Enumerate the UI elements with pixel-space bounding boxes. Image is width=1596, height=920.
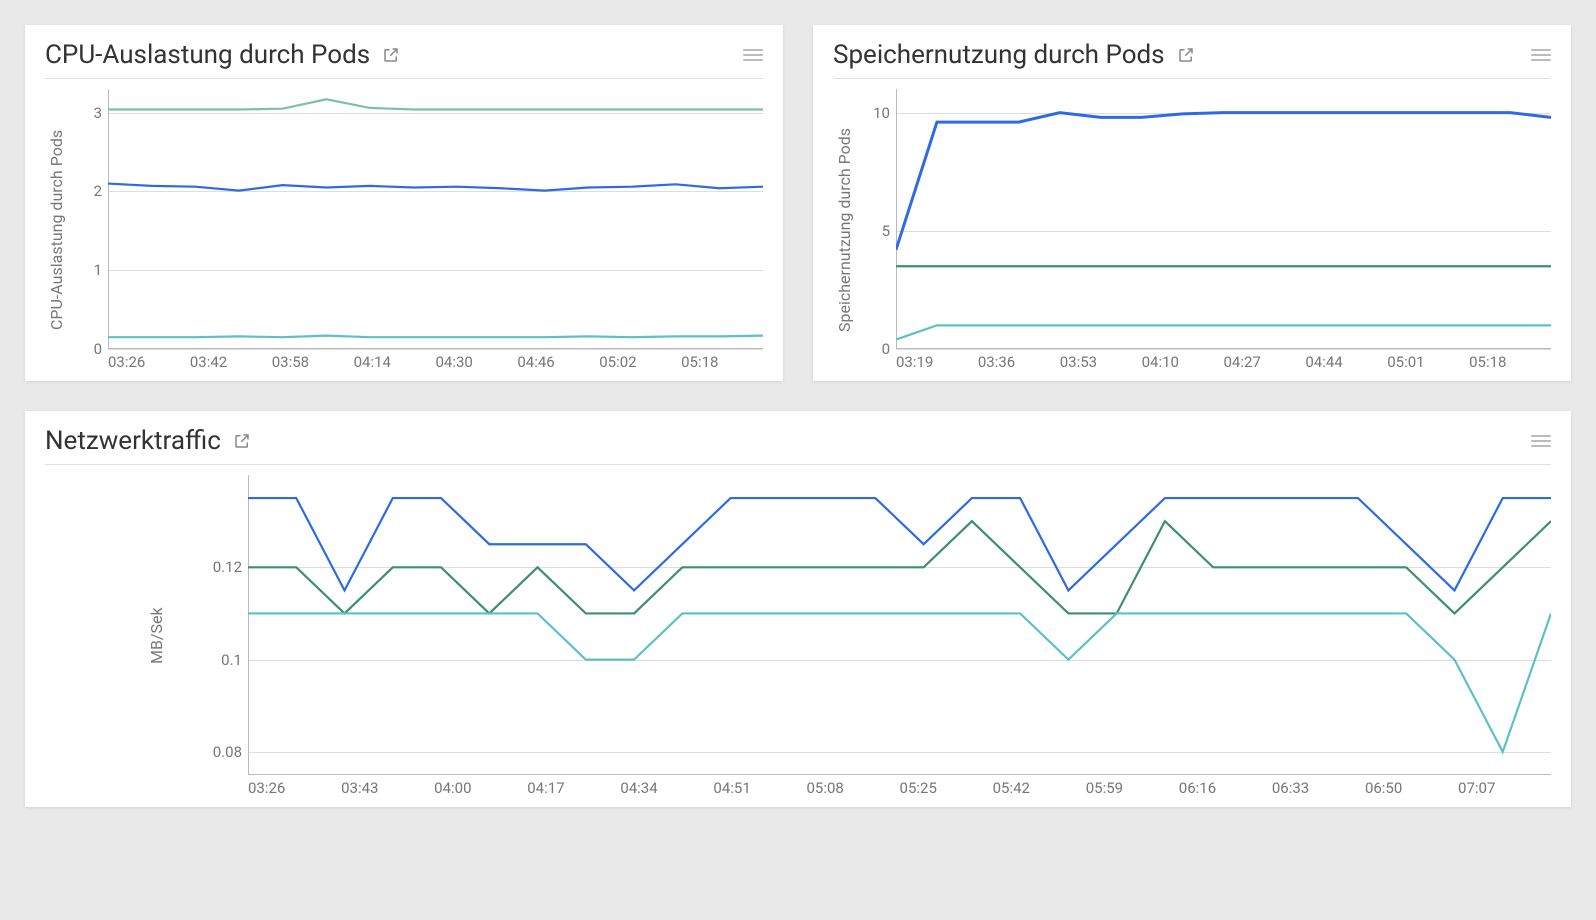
card-header: CPU-Auslastung durch Pods (45, 40, 763, 79)
x-tick-label: 05:59 (1086, 779, 1179, 797)
x-tick-label: 05:01 (1387, 353, 1469, 371)
y-tick-label: 0 (882, 340, 890, 358)
hamburger-menu-icon[interactable] (1531, 435, 1551, 447)
external-link-icon[interactable] (382, 46, 400, 64)
chart-line-series-b (108, 184, 763, 191)
chart-line-series-c (248, 613, 1551, 751)
chart-cpu[interactable]: 0 1 2 3 03:2603:4203:5804:1404:3004:4605:020… (68, 89, 763, 371)
x-tick-label: 06:33 (1272, 779, 1365, 797)
chart-line-series-a (108, 99, 763, 109)
x-tick-label: 05:42 (993, 779, 1086, 797)
hamburger-menu-icon[interactable] (743, 49, 763, 61)
y-axis-label: Speichernutzung durch Pods (833, 89, 856, 371)
x-tick-label: 03:43 (341, 779, 434, 797)
chart-body: CPU-Auslastung durch Pods 0 1 2 3 03:2603:42… (45, 89, 763, 371)
x-tick-label: 03:26 (108, 353, 190, 371)
x-tick-label: 07:07 (1458, 779, 1551, 797)
y-tick-label: 0.12 (213, 558, 242, 576)
x-tick-label: 04:10 (1142, 353, 1224, 371)
x-tick-label: 04:51 (713, 779, 806, 797)
y-axis-label: CPU-Auslastung durch Pods (45, 89, 68, 371)
x-tick-label: 04:27 (1224, 353, 1306, 371)
x-tick-label: 06:50 (1365, 779, 1458, 797)
x-tick-label: 04:14 (354, 353, 436, 371)
x-tick-label: 04:30 (436, 353, 518, 371)
external-link-icon[interactable] (1177, 46, 1195, 64)
card-memory: Speichernutzung durch Pods Speichernutzu… (813, 25, 1571, 381)
y-tick-label: 2 (94, 182, 102, 200)
y-tick-label: 10 (873, 104, 890, 122)
y-tick-label: 0.08 (213, 743, 242, 761)
x-tick-label: 03:53 (1060, 353, 1142, 371)
chart-memory[interactable]: 0 5 10 03:1903:3603:5304:1004:2704:4405:010… (856, 89, 1551, 371)
x-tick-label: 06:16 (1179, 779, 1272, 797)
chart-line-series-a (248, 498, 1551, 590)
chart-body: MB/Sek 0.080.10.1203:2603:4304:0004:1704… (45, 475, 1551, 797)
card-title: Netzwerktraffic (45, 426, 221, 456)
card-header: Speichernutzung durch Pods (833, 40, 1551, 79)
x-tick-label: 05:18 (1469, 353, 1551, 371)
y-tick-label: 3 (94, 104, 102, 122)
x-tick-label: 03:19 (896, 353, 978, 371)
dashboard: CPU-Auslastung durch Pods CPU-Auslastung… (25, 25, 1571, 807)
card-header: Netzwerktraffic (45, 426, 1551, 465)
y-axis-label: MB/Sek (145, 475, 168, 797)
y-tick-label: 1 (94, 261, 102, 279)
card-network: Netzwerktraffic MB/Sek 0.080.10.1203:260… (25, 411, 1571, 807)
x-tick-label: 03:26 (248, 779, 341, 797)
card-title: CPU-Auslastung durch Pods (45, 40, 370, 70)
chart-line-series-c (896, 325, 1551, 339)
x-tick-label: 04:17 (527, 779, 620, 797)
chart-line-series-a (896, 113, 1551, 250)
x-tick-label: 05:08 (806, 779, 899, 797)
x-tick-label: 03:42 (190, 353, 272, 371)
x-tick-label: 05:18 (681, 353, 763, 371)
external-link-icon[interactable] (233, 432, 251, 450)
y-tick-label: 5 (882, 222, 890, 240)
hamburger-menu-icon[interactable] (1531, 49, 1551, 61)
chart-body: Speichernutzung durch Pods 0 5 10 03:1903:3… (833, 89, 1551, 371)
x-tick-label: 04:46 (517, 353, 599, 371)
x-tick-label: 04:34 (620, 779, 713, 797)
x-tick-label: 05:02 (599, 353, 681, 371)
x-tick-label: 05:25 (900, 779, 993, 797)
chart-network[interactable]: 0.08 0.1 0.12 03:2603:4304:0004:1704:3404:5… (168, 475, 1551, 797)
chart-line-series-b (248, 521, 1551, 613)
x-tick-label: 04:00 (434, 779, 527, 797)
x-tick-label: 03:58 (272, 353, 354, 371)
x-tick-label: 03:36 (978, 353, 1060, 371)
y-tick-label: 0.1 (221, 651, 242, 669)
card-title: Speichernutzung durch Pods (833, 40, 1165, 70)
chart-line-series-c (108, 336, 763, 338)
card-cpu: CPU-Auslastung durch Pods CPU-Auslastung… (25, 25, 783, 381)
y-tick-label: 0 (94, 340, 102, 358)
x-tick-label: 04:44 (1305, 353, 1387, 371)
